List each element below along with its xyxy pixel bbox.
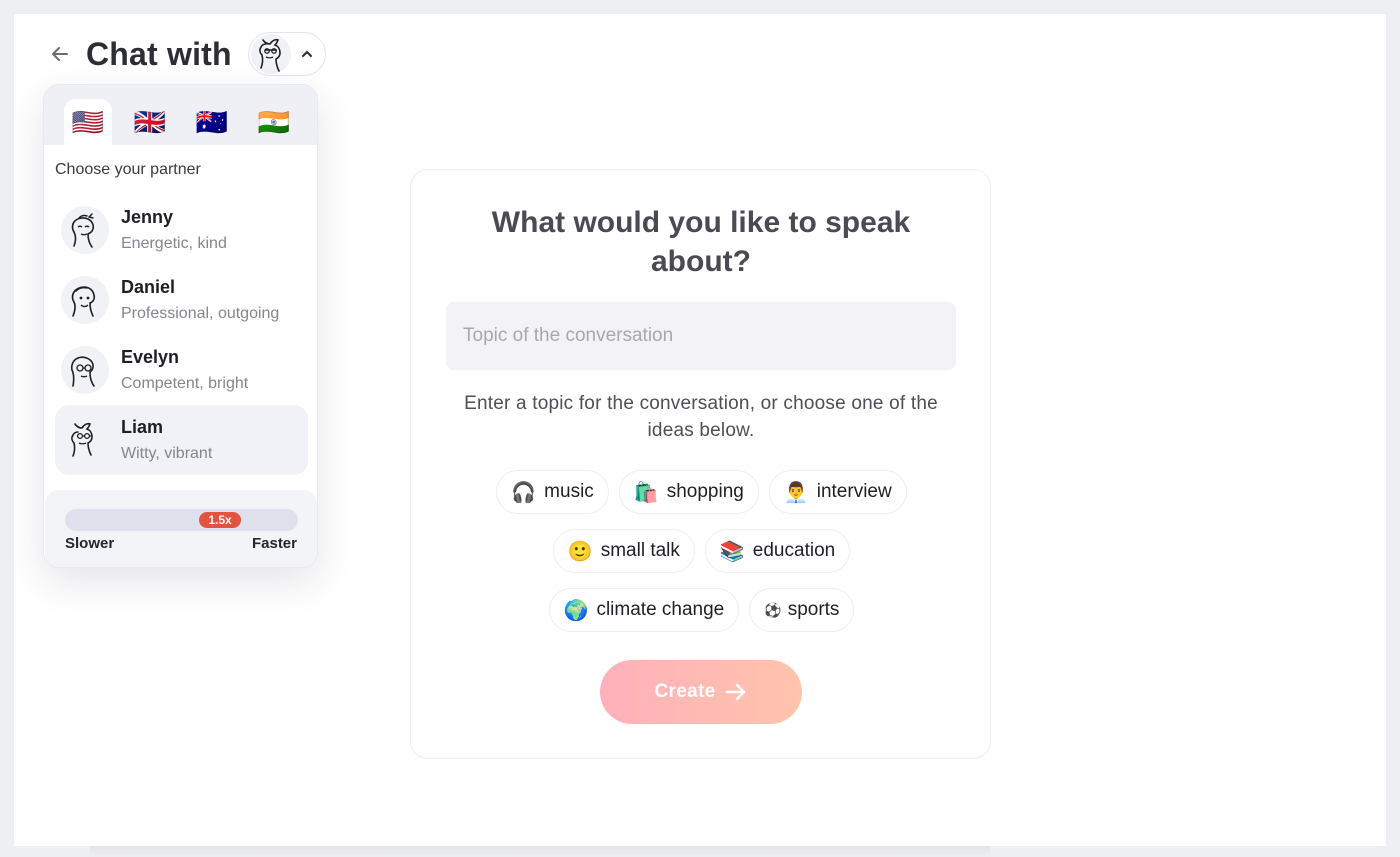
topic-card: What would you like to speak about? Ente… <box>410 169 991 759</box>
chip-label: interview <box>816 481 892 502</box>
speed-max-label: Faster <box>251 535 297 552</box>
jenny-avatar-icon <box>61 206 109 254</box>
chip-label: sports <box>787 599 840 620</box>
window-shadow <box>90 846 990 857</box>
topic-chip-shopping[interactable]: 🛍️ shopping <box>618 470 759 514</box>
tab-us-english[interactable]: 🇺🇸 <box>64 99 112 145</box>
partner-item-liam[interactable]: Liam Witty, vibrant <box>55 405 308 475</box>
create-button-label: Create <box>654 681 716 702</box>
liam-avatar-icon <box>61 416 109 464</box>
headphones-icon: 🎧 <box>511 481 537 504</box>
books-icon: 📚 <box>719 540 745 563</box>
topic-input[interactable] <box>446 302 956 370</box>
chip-label: shopping <box>666 481 744 502</box>
speed-slider-track[interactable]: 1.5x <box>65 509 298 531</box>
chip-label: education <box>752 540 836 561</box>
topic-chip-row: 🙂 small talk 📚 education <box>411 529 992 573</box>
partner-item-jenny[interactable]: Jenny Energetic, kind <box>55 195 308 265</box>
partner-name: Daniel <box>121 277 176 297</box>
australia-flag-icon: 🇦🇺 <box>195 106 229 137</box>
topic-chip-climate-change[interactable]: 🌍 climate change <box>548 588 740 632</box>
partner-description: Professional, outgoing <box>121 305 280 322</box>
chip-label: climate change <box>596 599 725 620</box>
topic-hint: Enter a topic for the conversation, or c… <box>464 393 938 441</box>
topic-chip-small-talk[interactable]: 🙂 small talk <box>552 529 695 573</box>
topic-chip-music[interactable]: 🎧 music <box>496 470 609 514</box>
partner-name: Jenny <box>121 207 174 227</box>
accent-flag-tabs: 🇺🇸 🇬🇧 🇦🇺 🇮🇳 <box>44 85 317 145</box>
partner-description: Energetic, kind <box>121 235 227 252</box>
shopping-bags-icon: 🛍️ <box>633 481 659 504</box>
daniel-avatar-icon <box>61 276 109 324</box>
choose-partner-label: Choose your partner <box>55 161 201 178</box>
chip-label: music <box>544 481 594 502</box>
topic-chip-interview[interactable]: 👨‍💼 interview <box>768 470 907 514</box>
soccer-ball-icon: ⚽ <box>764 601 782 618</box>
partner-name: Liam <box>121 417 164 437</box>
us-flag-icon: 🇺🇸 <box>71 106 105 137</box>
partner-item-daniel[interactable]: Daniel Professional, outgoing <box>55 265 308 335</box>
office-worker-icon: 👨‍💼 <box>783 481 809 504</box>
topic-chip-sports[interactable]: ⚽ sports <box>749 588 855 632</box>
back-button[interactable] <box>48 42 72 66</box>
globe-icon: 🌍 <box>563 599 589 622</box>
speed-slider-thumb[interactable]: 1.5x <box>199 512 241 528</box>
smiley-icon: 🙂 <box>567 540 593 563</box>
tab-indian-english[interactable]: 🇮🇳 <box>250 99 298 145</box>
header: Chat with <box>48 32 326 76</box>
arrow-right-icon <box>725 682 747 702</box>
india-flag-icon: 🇮🇳 <box>257 106 291 137</box>
evelyn-avatar-icon <box>61 346 109 394</box>
topic-chip-row: 🌍 climate change ⚽ sports <box>411 588 992 632</box>
topic-card-title: What would you like to speak about? <box>491 206 911 278</box>
chevron-up-icon <box>301 51 312 57</box>
partner-name: Evelyn <box>121 347 180 367</box>
page-title: Chat with <box>86 35 232 72</box>
tab-uk-english[interactable]: 🇬🇧 <box>126 99 174 145</box>
partner-selector-toggle[interactable] <box>247 32 326 76</box>
uk-flag-icon: 🇬🇧 <box>133 106 167 137</box>
speech-speed-panel: 1.5x Slower Faster <box>45 490 317 567</box>
liam-avatar-icon <box>250 34 291 74</box>
speed-min-label: Slower <box>65 535 115 552</box>
arrow-left-icon <box>52 47 68 61</box>
partner-list: Jenny Energetic, kind Daniel Professiona… <box>55 195 308 475</box>
tab-australian-english[interactable]: 🇦🇺 <box>188 99 236 145</box>
topic-chip-education[interactable]: 📚 education <box>704 529 851 573</box>
partner-description: Witty, vibrant <box>121 445 213 462</box>
chip-label: small talk <box>600 540 680 561</box>
partner-dropdown: 🇺🇸 🇬🇧 🇦🇺 🇮🇳 Choose your partner Jenny En… <box>43 84 318 568</box>
partner-description: Competent, bright <box>121 375 249 392</box>
partner-item-evelyn[interactable]: Evelyn Competent, bright <box>55 335 308 405</box>
create-button[interactable]: Create <box>600 660 802 724</box>
topic-chip-row: 🎧 music 🛍️ shopping 👨‍💼 interview <box>411 470 992 514</box>
